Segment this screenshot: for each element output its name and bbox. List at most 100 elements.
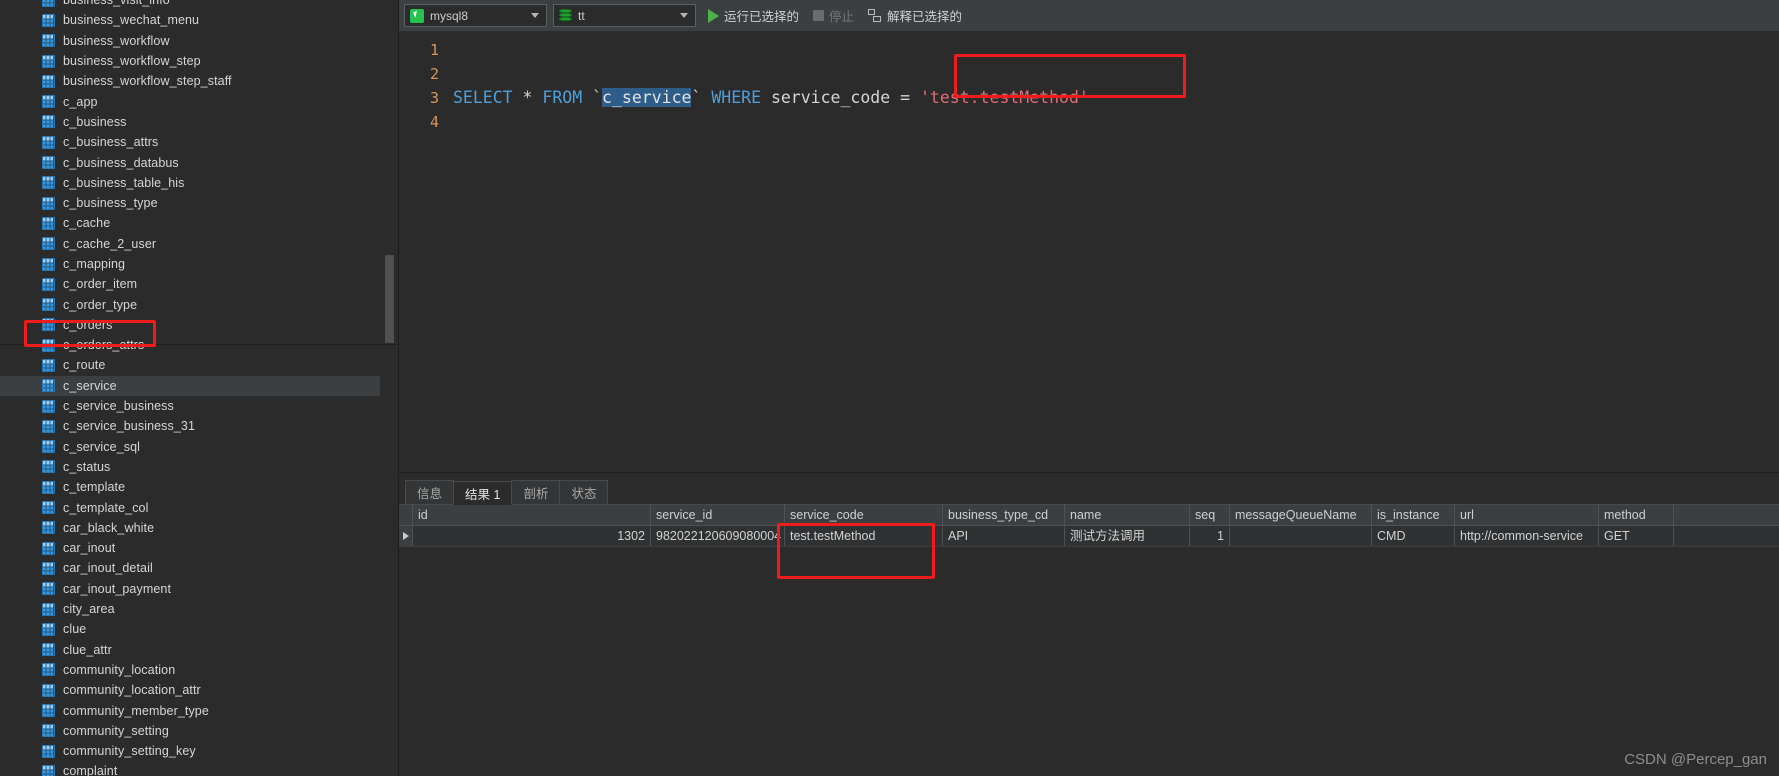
tree-item-c-service[interactable]: c_service [0, 375, 380, 396]
table-icon [42, 338, 55, 352]
table-icon [42, 501, 55, 515]
column-header-service_id[interactable]: service_id [651, 505, 785, 525]
sql-code[interactable]: SELECT * FROM `c_service` WHERE service_… [447, 31, 1779, 472]
table-icon [42, 54, 55, 68]
result-grid[interactable]: id service_id service_code business_type_cd… [399, 505, 1779, 776]
column-header-is_instance[interactable]: is_instance [1372, 505, 1455, 525]
cell-service_id[interactable]: 982022120609080004 [651, 526, 785, 546]
column-header-id[interactable]: id [413, 505, 651, 525]
tree-item-c-business-databus[interactable]: c_business_databus [0, 152, 380, 172]
tree-item-business-visit-info[interactable]: business_visit_info [0, 0, 380, 10]
stop-button[interactable]: 停止 [807, 4, 861, 28]
column-header-business_type_cd[interactable]: business_type_cd [943, 505, 1065, 525]
tree-item-label: community_member_type [63, 703, 209, 718]
tree-item-c-service-sql[interactable]: c_service_sql [0, 437, 380, 457]
sidebar-scrollbar-thumb[interactable] [385, 255, 394, 343]
cell-id[interactable]: 1302 [413, 526, 651, 546]
tree-item-c-order-type[interactable]: c_order_type [0, 294, 380, 314]
tree-item-c-template-col[interactable]: c_template_col [0, 497, 380, 517]
run-selected-button[interactable]: 运行已选择的 [702, 4, 806, 28]
explain-selected-button[interactable]: 解释已选择的 [862, 4, 969, 28]
tree-item-business-workflow[interactable]: business_workflow [0, 31, 380, 51]
line-number-3: 3 [429, 89, 439, 107]
connection-select[interactable]: mysql8 [404, 4, 547, 27]
sql-editor-area[interactable]: 1 2 3 4 SELECT * FROM `c_service` WHERE ser… [399, 31, 1779, 472]
result-tab-1[interactable]: 结果 1 [453, 481, 513, 505]
tree-item-community-location-attr[interactable]: community_location_attr [0, 680, 380, 700]
tree-item-c-business-attrs[interactable]: c_business_attrs [0, 132, 380, 152]
tree-item-clue[interactable]: clue [0, 619, 380, 639]
tree-item-c-service-business[interactable]: c_service_business [0, 396, 380, 416]
tree-item-c-mapping[interactable]: c_mapping [0, 254, 380, 274]
result-tab-3[interactable]: 状态 [559, 480, 609, 504]
table-row[interactable]: 1302 982022120609080004 test.testMethod API… [399, 526, 1779, 547]
column-header-service_code[interactable]: service_code [785, 505, 943, 525]
tree-item-community-member-type[interactable]: community_member_type [0, 700, 380, 720]
tree-item-car-inout-payment[interactable]: car_inout_payment [0, 579, 380, 599]
database-select[interactable]: tt [553, 4, 696, 27]
tree-item-c-orders[interactable]: c_orders [0, 315, 380, 335]
tree-item-c-service-business-31[interactable]: c_service_business_31 [0, 416, 380, 436]
tree-item-c-status[interactable]: c_status [0, 457, 380, 477]
tree-item-community-location[interactable]: community_location [0, 660, 380, 680]
table-icon [42, 521, 55, 535]
tree-item-label: business_workflow_step [63, 54, 201, 69]
table-icon [42, 744, 55, 758]
column-header-seq[interactable]: seq [1190, 505, 1230, 525]
tree-item-label: c_service_sql [63, 439, 141, 454]
tree-item-business-workflow-step-staff[interactable]: business_workflow_step_staff [0, 71, 380, 91]
table-icon [42, 358, 55, 372]
tree-item-c-order-item[interactable]: c_order_item [0, 274, 380, 294]
sql-token: SELECT [453, 88, 513, 107]
cell-messageQueueName[interactable] [1230, 526, 1372, 546]
tree-item-c-app[interactable]: c_app [0, 91, 380, 111]
tree-item-label: c_app [63, 94, 98, 109]
tree-item-c-business-type[interactable]: c_business_type [0, 193, 380, 213]
cell-url[interactable]: http://common-service [1455, 526, 1599, 546]
tree-item-c-orders-attrs[interactable]: c_orders_attrs [0, 335, 380, 355]
cell-name[interactable]: 测试方法调用 [1065, 526, 1190, 546]
tree-item-business-wechat-menu[interactable]: business_wechat_menu [0, 10, 380, 30]
table-icon [42, 115, 55, 129]
tree-item-city-area[interactable]: city_area [0, 599, 380, 619]
tree-item-community-setting[interactable]: community_setting [0, 721, 380, 741]
horizontal-splitter[interactable] [399, 472, 1779, 480]
tree-item-business-workflow-step[interactable]: business_workflow_step [0, 51, 380, 71]
tree-item-c-route[interactable]: c_route [0, 355, 380, 375]
sql-editor[interactable]: 1 2 3 4 SELECT * FROM `c_service` WHERE ser… [399, 31, 1779, 472]
result-tab-2[interactable]: 剖析 [511, 480, 561, 504]
result-tabs: 信息 结果 1 剖析 状态 [399, 480, 1779, 505]
cell-seq[interactable]: 1 [1190, 526, 1230, 546]
sql-token: FROM [542, 88, 583, 107]
tree-item-c-business-table-his[interactable]: c_business_table_his [0, 173, 380, 193]
cell-method[interactable]: GET [1599, 526, 1674, 546]
column-header-messageQueueName[interactable]: messageQueueName [1230, 505, 1372, 525]
cell-business_type_cd[interactable]: API [943, 526, 1065, 546]
tree-item-c-template[interactable]: c_template [0, 477, 380, 497]
object-tree-sidebar[interactable]: business_visit_info business_wechat_menu b… [0, 0, 399, 776]
tree-item-car-black-white[interactable]: car_black_white [0, 518, 380, 538]
table-icon [42, 541, 55, 555]
tree-item-car-inout[interactable]: car_inout [0, 538, 380, 558]
sidebar-divider [0, 344, 398, 345]
play-icon [708, 8, 719, 23]
cell-service_code[interactable]: test.testMethod [785, 526, 943, 546]
cell-is_instance[interactable]: CMD [1372, 526, 1455, 546]
column-header-url[interactable]: url [1455, 505, 1599, 525]
table-icon [42, 257, 55, 271]
table-icon [42, 480, 55, 494]
table-icon [42, 318, 55, 332]
tree-item-c-cache-2-user[interactable]: c_cache_2_user [0, 234, 380, 254]
table-icon [42, 156, 55, 170]
tree-item-car-inout-detail[interactable]: car_inout_detail [0, 558, 380, 578]
result-tab-0[interactable]: 信息 [405, 480, 455, 504]
table-icon [42, 399, 55, 413]
column-header-name[interactable]: name [1065, 505, 1190, 525]
tree-item-c-business[interactable]: c_business [0, 112, 380, 132]
column-header-method[interactable]: method [1599, 505, 1674, 525]
tree-item-complaint[interactable]: complaint [0, 761, 380, 776]
tree-item-clue-attr[interactable]: clue_attr [0, 640, 380, 660]
tree-item-community-setting-key[interactable]: community_setting_key [0, 741, 380, 761]
tree-item-c-cache[interactable]: c_cache [0, 213, 380, 233]
